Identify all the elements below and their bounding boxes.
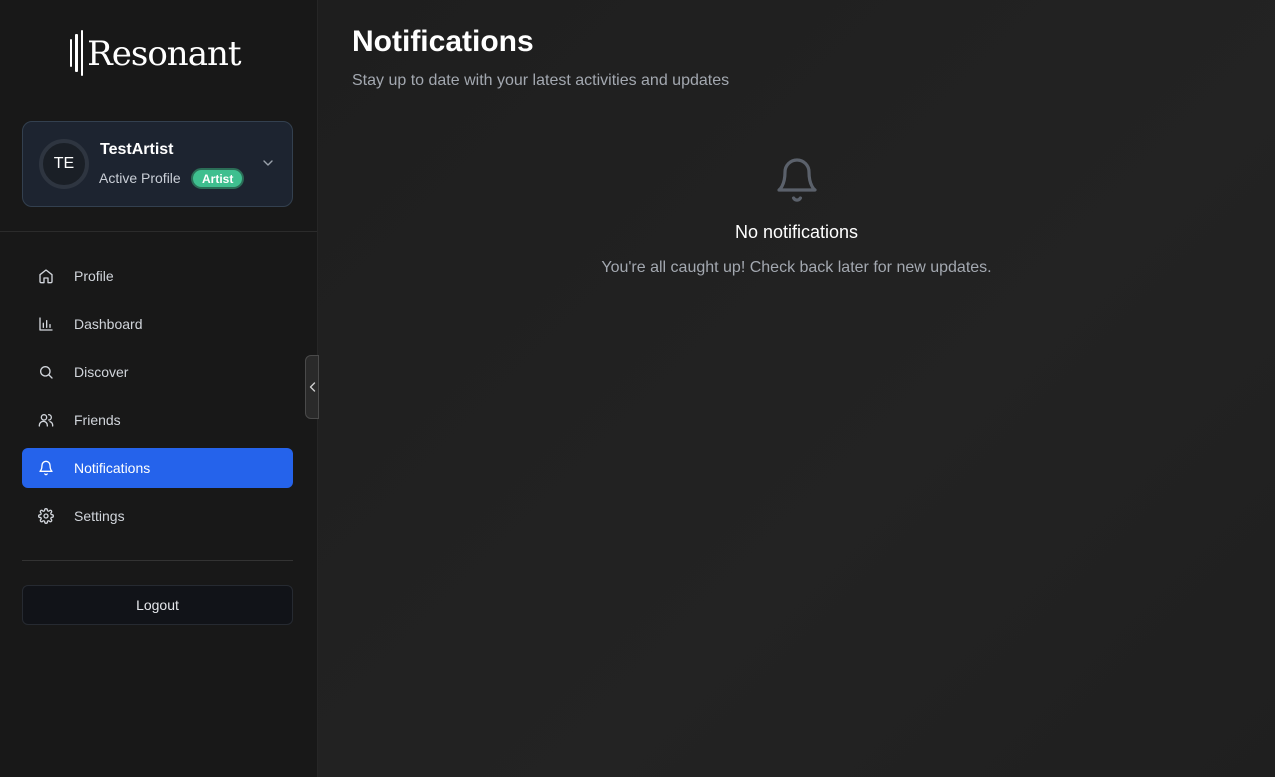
- bar-chart-icon: [38, 316, 54, 332]
- sidebar-item-label: Profile: [74, 268, 114, 284]
- users-icon: [38, 412, 54, 428]
- sidebar-divider: [22, 560, 293, 561]
- avatar: TE: [39, 139, 89, 189]
- sidebar-item-label: Notifications: [74, 460, 151, 476]
- page-title: Notifications: [352, 25, 534, 58]
- sidebar-item-label: Settings: [74, 508, 125, 524]
- sidebar-divider: [0, 231, 317, 232]
- home-icon: [38, 268, 54, 284]
- sidebar-collapse-button[interactable]: [305, 355, 319, 419]
- logo-mark-icon: [70, 30, 84, 76]
- logo-text: Resonant: [87, 34, 241, 74]
- app-logo[interactable]: Resonant: [70, 30, 242, 76]
- sidebar-item-friends[interactable]: Friends: [22, 400, 293, 440]
- sidebar-item-discover[interactable]: Discover: [22, 352, 293, 392]
- app-root: Resonant TE TestArtist Active Profile Ar…: [0, 0, 1275, 777]
- main-content: Notifications Stay up to date with your …: [318, 0, 1275, 777]
- sidebar-item-settings[interactable]: Settings: [22, 496, 293, 536]
- sidebar: Resonant TE TestArtist Active Profile Ar…: [0, 0, 318, 777]
- sidebar-item-label: Discover: [74, 364, 129, 380]
- empty-state-text: You're all caught up! Check back later f…: [601, 259, 992, 276]
- profile-switcher[interactable]: TE TestArtist Active Profile Artist: [22, 121, 293, 207]
- role-badge: Artist: [191, 168, 245, 189]
- sidebar-item-dashboard[interactable]: Dashboard: [22, 304, 293, 344]
- bell-icon: [38, 460, 54, 476]
- bell-icon: [776, 158, 817, 202]
- page-subtitle: Stay up to date with your latest activit…: [352, 72, 730, 89]
- profile-name: TestArtist: [100, 141, 174, 158]
- empty-state: No notifications You're all caught up! C…: [318, 156, 1275, 277]
- sidebar-item-label: Dashboard: [74, 316, 143, 332]
- sidebar-item-notifications[interactable]: Notifications: [22, 448, 293, 488]
- chevron-down-icon: [263, 160, 273, 166]
- chevron-left-icon: [309, 382, 315, 392]
- gear-icon: [38, 508, 54, 524]
- search-icon: [38, 364, 54, 380]
- sidebar-nav: Profile Dashboard Discover Friends Notif…: [22, 256, 293, 544]
- sidebar-item-label: Friends: [74, 412, 121, 428]
- profile-subtitle: Active Profile: [99, 170, 181, 186]
- logout-button[interactable]: Logout: [22, 585, 293, 625]
- sidebar-item-profile[interactable]: Profile: [22, 256, 293, 296]
- empty-state-title: No notifications: [734, 222, 859, 242]
